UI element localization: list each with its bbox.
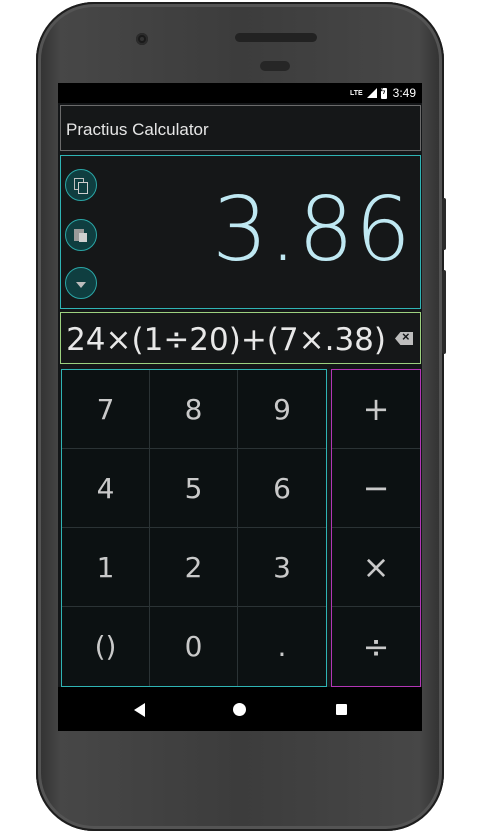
volume-button bbox=[442, 270, 446, 354]
battery-charging-icon bbox=[380, 86, 387, 99]
result-display: 3.86 bbox=[212, 178, 412, 281]
key-parentheses[interactable]: () bbox=[62, 607, 150, 686]
backspace-icon[interactable] bbox=[395, 332, 413, 345]
chevron-down-icon bbox=[76, 281, 86, 288]
operator-pad: + − × ÷ bbox=[331, 369, 421, 687]
key-divide[interactable]: ÷ bbox=[332, 607, 420, 686]
key-7[interactable]: 7 bbox=[62, 370, 150, 449]
screen: LTE 3:49 Practius Calculator 3.86 24×(1÷… bbox=[58, 83, 422, 731]
key-plus[interactable]: + bbox=[332, 370, 420, 449]
earpiece-speaker bbox=[235, 33, 317, 42]
key-2[interactable]: 2 bbox=[150, 528, 238, 607]
front-camera bbox=[136, 33, 148, 45]
signal-icon bbox=[366, 88, 377, 98]
number-pad: 7 8 9 4 5 6 1 2 3 () 0 . bbox=[61, 369, 327, 687]
navigation-bar bbox=[58, 687, 422, 731]
dropdown-button[interactable] bbox=[65, 267, 97, 299]
key-multiply[interactable]: × bbox=[332, 528, 420, 607]
key-5[interactable]: 5 bbox=[150, 449, 238, 528]
key-decimal[interactable]: . bbox=[238, 607, 326, 686]
app-bar: Practius Calculator bbox=[60, 105, 421, 151]
key-8[interactable]: 8 bbox=[150, 370, 238, 449]
status-bar: LTE 3:49 bbox=[58, 83, 422, 103]
status-time: 3:49 bbox=[392, 86, 416, 100]
expression-input[interactable]: 24×(1÷20)+(7×.38) bbox=[66, 322, 386, 358]
expression-panel[interactable]: 24×(1÷20)+(7×.38) bbox=[60, 312, 421, 364]
app-title: Practius Calculator bbox=[66, 120, 209, 139]
copy-button[interactable] bbox=[65, 169, 97, 201]
proximity-sensor bbox=[260, 61, 290, 71]
power-button bbox=[442, 198, 446, 250]
result-panel: 3.86 bbox=[60, 155, 421, 309]
key-6[interactable]: 6 bbox=[238, 449, 326, 528]
paste-button[interactable] bbox=[65, 219, 97, 251]
key-4[interactable]: 4 bbox=[62, 449, 150, 528]
key-9[interactable]: 9 bbox=[238, 370, 326, 449]
back-triangle-icon[interactable] bbox=[134, 703, 145, 717]
key-1[interactable]: 1 bbox=[62, 528, 150, 607]
key-0[interactable]: 0 bbox=[150, 607, 238, 686]
network-type: LTE bbox=[349, 89, 363, 97]
copy-icon bbox=[74, 178, 88, 194]
key-3[interactable]: 3 bbox=[238, 528, 326, 607]
key-minus[interactable]: − bbox=[332, 449, 420, 528]
home-circle-icon[interactable] bbox=[233, 703, 246, 716]
paste-icon bbox=[74, 228, 88, 242]
recents-square-icon[interactable] bbox=[336, 704, 347, 715]
